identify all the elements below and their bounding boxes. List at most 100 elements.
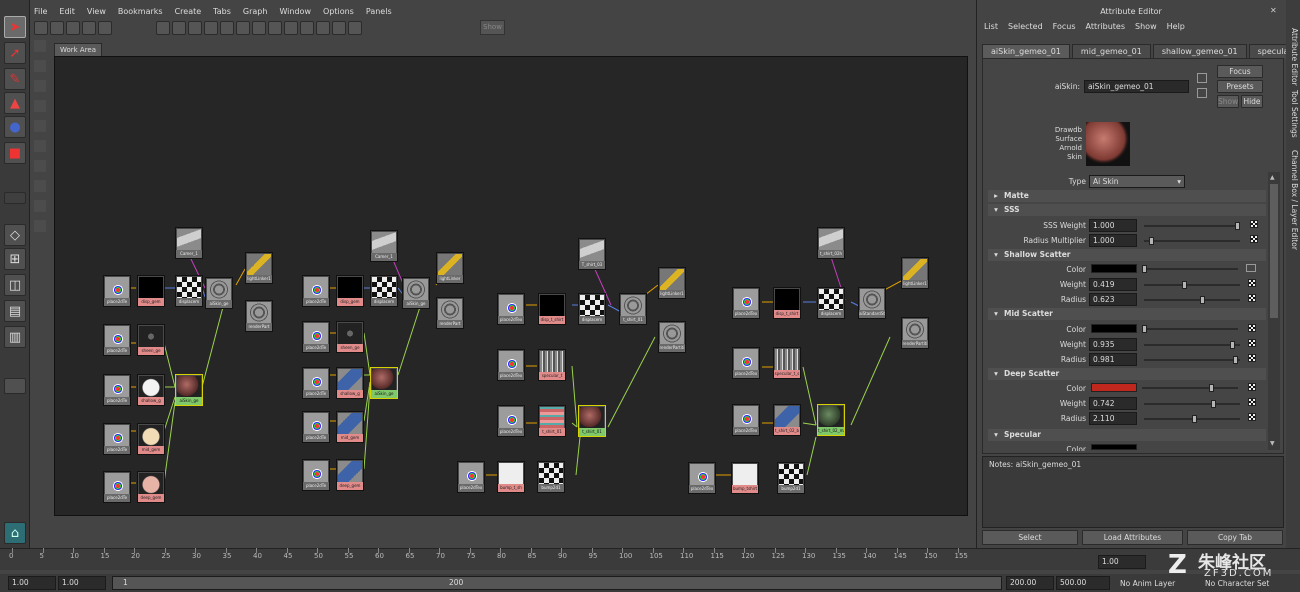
- graph-input-icon[interactable]: [172, 21, 186, 35]
- section-matte[interactable]: ▸ Matte: [988, 190, 1266, 202]
- layout-top-icon[interactable]: [66, 21, 80, 35]
- shader-node[interactable]: place2dTe: [302, 321, 330, 353]
- start-time-field[interactable]: 1.00: [8, 576, 56, 590]
- shader-node[interactable]: specular_t: [538, 349, 566, 381]
- ae-menu-focus[interactable]: Focus: [1053, 22, 1076, 34]
- shader-node[interactable]: sheen_ge: [137, 324, 165, 356]
- tab-mid-gemeo-01[interactable]: mid_gemeo_01: [1071, 44, 1151, 58]
- shader-node[interactable]: mid_gem: [137, 423, 165, 455]
- hide-button[interactable]: Hide: [1241, 95, 1263, 108]
- menu-panels[interactable]: Panels: [366, 7, 392, 21]
- menu-file[interactable]: File: [34, 7, 47, 21]
- shader-node[interactable]: place2dTe: [302, 367, 330, 399]
- slider-handle[interactable]: [1235, 222, 1240, 230]
- graph-network-icon[interactable]: [204, 21, 218, 35]
- tab-aiskin-gemeo-01[interactable]: aiSkin_gemeo_01: [982, 44, 1070, 58]
- section-deep-scatter[interactable]: ▾ Deep Scatter: [988, 368, 1266, 380]
- toolbar-button-2[interactable]: [50, 21, 64, 35]
- shader-node[interactable]: disp_gem: [137, 275, 165, 307]
- shader-node[interactable]: place2dTe: [103, 275, 131, 307]
- graph-layout-icon[interactable]: ▥: [4, 326, 26, 348]
- shader-node[interactable]: place2dTex: [732, 287, 760, 319]
- shallow-weight-field[interactable]: 0.419: [1089, 278, 1137, 291]
- deep-color-slider[interactable]: [1142, 387, 1238, 389]
- shader-node[interactable]: place2dTex: [688, 462, 716, 494]
- side-icon-6[interactable]: [34, 140, 46, 152]
- shader-node[interactable]: lightLinker: [436, 252, 464, 284]
- outliner-layout-icon[interactable]: ▤: [4, 300, 26, 322]
- single-pane-layout-icon[interactable]: ◇: [4, 224, 26, 246]
- section-mid-scatter[interactable]: ▾ Mid Scatter: [988, 308, 1266, 320]
- shader-node[interactable]: place2dTe: [103, 471, 131, 503]
- type-dropdown[interactable]: Ai Skin ▾: [1089, 175, 1185, 188]
- shader-node[interactable]: place2dTe: [103, 324, 131, 356]
- ae-menu-show[interactable]: Show: [1135, 22, 1157, 34]
- shallow-weight-slider[interactable]: [1144, 284, 1240, 286]
- four-pane-layout-icon[interactable]: ⊞: [4, 248, 26, 270]
- shader-node[interactable]: t_shirt_02_ma: [817, 404, 845, 436]
- deep-weight-field[interactable]: 0.742: [1089, 397, 1137, 410]
- section-specular[interactable]: ▾ Specular: [988, 429, 1266, 441]
- node-graph-canvas[interactable]: Camer_1 lightLinker1 place2dTe disp_gem disp…: [54, 56, 968, 516]
- material-swatch[interactable]: [1086, 122, 1130, 166]
- ae-menu-list[interactable]: List: [984, 22, 998, 34]
- side-icon-2[interactable]: [34, 60, 46, 72]
- side-icon-5[interactable]: [34, 120, 46, 132]
- shader-node[interactable]: lightLinker1: [245, 252, 273, 284]
- map-button[interactable]: [1248, 413, 1256, 421]
- menu-window[interactable]: Window: [279, 7, 311, 21]
- slider-handle[interactable]: [1229, 341, 1235, 349]
- current-frame-field[interactable]: 1.00: [1098, 555, 1146, 569]
- deep-color-swatch[interactable]: [1091, 383, 1137, 392]
- range-slider[interactable]: 1 200: [112, 576, 1002, 590]
- shader-node[interactable]: shallow_g: [336, 367, 364, 399]
- slider-handle[interactable]: [1211, 400, 1217, 408]
- shader-node[interactable]: renderPart: [245, 300, 273, 332]
- slider-handle[interactable]: [1148, 237, 1154, 245]
- map-button[interactable]: [1248, 339, 1256, 347]
- side-icon-8[interactable]: [34, 180, 46, 192]
- side-tab-attribute-editor[interactable]: Attribute Editor: [1287, 28, 1299, 86]
- target-icon[interactable]: [316, 21, 330, 35]
- map-button[interactable]: [1248, 398, 1256, 406]
- sss-weight-slider[interactable]: [1144, 225, 1240, 227]
- shader-node[interactable]: t_shirt_02h: [817, 227, 845, 259]
- swatch-toggle-icon[interactable]: [284, 21, 298, 35]
- menu-edit[interactable]: Edit: [59, 7, 75, 21]
- map-button[interactable]: [1248, 279, 1256, 287]
- slider-handle[interactable]: [1182, 281, 1188, 289]
- toolbar-button-1[interactable]: [34, 21, 48, 35]
- section-sss[interactable]: ▾ SSS: [988, 204, 1266, 216]
- mid-weight-slider[interactable]: [1144, 344, 1240, 346]
- shader-node[interactable]: aiSkin_ge: [370, 367, 398, 399]
- shallow-color-slider[interactable]: [1142, 268, 1238, 270]
- shader-node[interactable]: place2dTe: [302, 411, 330, 443]
- side-tab-channel-box[interactable]: Channel Box / Layer Editor: [1287, 150, 1299, 250]
- paint-tool-icon[interactable]: ✎: [4, 68, 26, 90]
- map-button[interactable]: [1248, 324, 1256, 332]
- menu-create[interactable]: Create: [175, 7, 202, 21]
- playback-start-field[interactable]: 1.00: [58, 576, 106, 590]
- spec-color-swatch[interactable]: [1091, 444, 1137, 450]
- mid-weight-field[interactable]: 0.935: [1089, 338, 1137, 351]
- shader-node[interactable]: aiSkin_ge: [402, 277, 430, 309]
- shader-node[interactable]: bump_t_sh: [497, 461, 525, 493]
- shader-node[interactable]: place2dTex: [732, 404, 760, 436]
- shader-node[interactable]: place2dTe: [302, 275, 330, 307]
- playback-end-field[interactable]: 200.00: [1006, 576, 1054, 590]
- shallow-color-swatch[interactable]: [1091, 264, 1137, 273]
- graph-connect-icon[interactable]: [156, 21, 170, 35]
- section-shallow-scatter[interactable]: ▾ Shallow Scatter: [988, 249, 1266, 261]
- presets-button[interactable]: Presets: [1217, 80, 1263, 93]
- show-attr-button[interactable]: Show: [1217, 95, 1239, 108]
- shader-node[interactable]: aiSkin_ge: [205, 277, 233, 309]
- shader-node[interactable]: bump_tshirt: [731, 462, 759, 494]
- show-button[interactable]: Show: [480, 20, 505, 35]
- close-icon[interactable]: ✕: [1270, 6, 1286, 18]
- shader-node[interactable]: aiSkin_ge: [175, 374, 203, 406]
- slider-handle[interactable]: [1142, 265, 1147, 273]
- shader-node[interactable]: disp_t_shirt: [773, 287, 801, 319]
- slider-handle[interactable]: [1142, 325, 1147, 333]
- shader-node[interactable]: deep_gem: [137, 471, 165, 503]
- shader-node[interactable]: t_shirt_02_b: [773, 404, 801, 436]
